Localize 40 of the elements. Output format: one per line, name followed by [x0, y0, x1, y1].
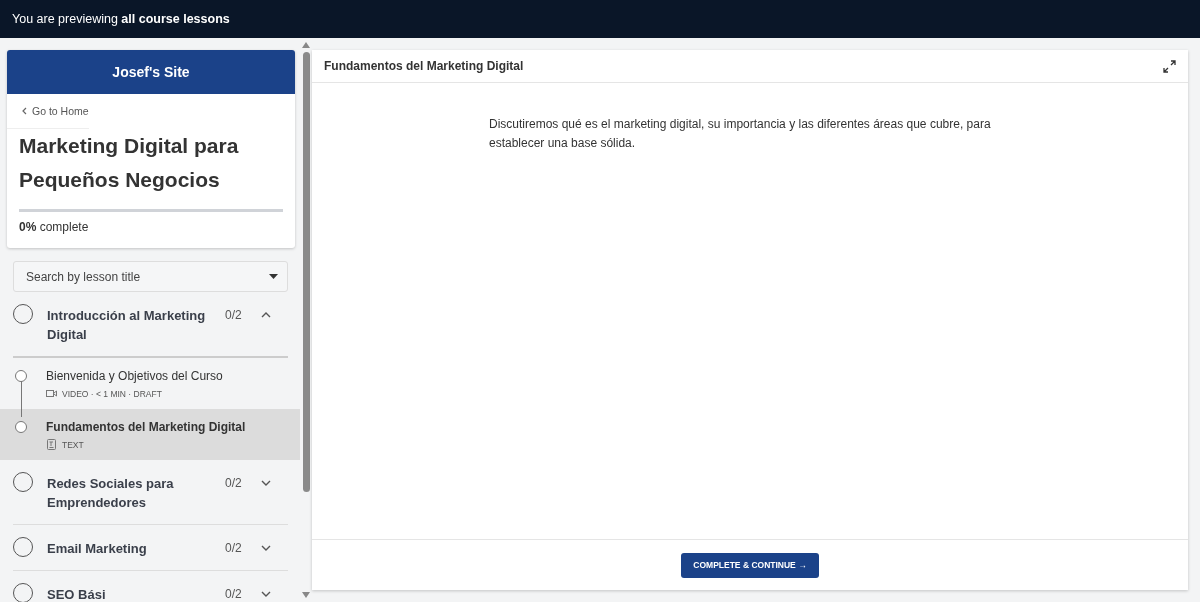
document-icon [46, 439, 57, 450]
chapter-row[interactable]: Introducción al Marketing Digital 0/2 [13, 292, 288, 358]
go-to-home-link[interactable]: Go to Home [7, 94, 89, 129]
lesson-heading: Fundamentos del Marketing Digital [324, 59, 524, 73]
lesson-text: Discutiremos qué es el marketing digital, su importancia y las diferentes áreas que cubre, para establecer una base sólida. [489, 116, 992, 152]
lesson-title: Fundamentos del Marketing Digital [46, 420, 246, 434]
chevron-left-icon[interactable] [21, 107, 28, 115]
chapter-title: Email Marketing [47, 540, 148, 558]
site-name-header[interactable]: Josef's Site [7, 50, 295, 94]
chevron-down-icon[interactable] [261, 591, 271, 597]
chapter-row[interactable]: Redes Sociales para Emprendedores 0/2 [13, 460, 288, 525]
chapter-row[interactable]: Email Marketing 0/2 [13, 525, 288, 571]
chapter-row[interactable]: SEO Bási 0/2 [13, 571, 288, 602]
lesson-title: Bienvenida y Objetivos del Curso [46, 369, 223, 383]
lesson-meta: TEXT [62, 439, 84, 450]
chevron-down-icon[interactable] [261, 480, 271, 486]
lesson-status-icon [15, 421, 27, 433]
chapter-count: 0/2 [225, 586, 243, 602]
course-title: Marketing Digital para Pequeños Negocios [18, 133, 240, 193]
scroll-down-icon[interactable] [302, 592, 310, 598]
scrollbar-thumb[interactable] [302, 52, 310, 492]
chapter-title: Redes Sociales para Emprendedores [47, 475, 175, 512]
chapter-count: 0/2 [225, 540, 243, 557]
complete-continue-button[interactable]: COMPLETE & CONTINUE → [681, 552, 819, 578]
dropdown-caret-icon[interactable] [269, 274, 278, 279]
chapter-title: SEO Bási [47, 586, 107, 602]
chapter-count: 0/2 [225, 475, 243, 492]
lesson-search-dropdown[interactable]: Search by lesson title [13, 261, 288, 292]
chevron-down-icon[interactable] [261, 545, 271, 551]
chapter-title: Introducción al Marketing Digital [47, 307, 207, 344]
video-camera-icon [46, 388, 57, 399]
chapter-count: 0/2 [225, 307, 243, 324]
preview-banner-text: You are previewing all course lessons [12, 12, 230, 26]
chevron-up-icon[interactable] [261, 312, 271, 318]
lesson-row[interactable]: Fundamentos del Marketing Digital TEXT [0, 409, 300, 460]
expand-icon[interactable] [1163, 59, 1176, 73]
progress-label: 0% complete [18, 219, 90, 236]
lesson-meta: VIDEO · < 1 MIN · DRAFT [62, 388, 162, 399]
lesson-row[interactable]: Bienvenida y Objetivos del Curso VIDEO · < 1 MIN · DRAFT [0, 358, 300, 409]
scroll-up-icon[interactable] [302, 42, 310, 48]
